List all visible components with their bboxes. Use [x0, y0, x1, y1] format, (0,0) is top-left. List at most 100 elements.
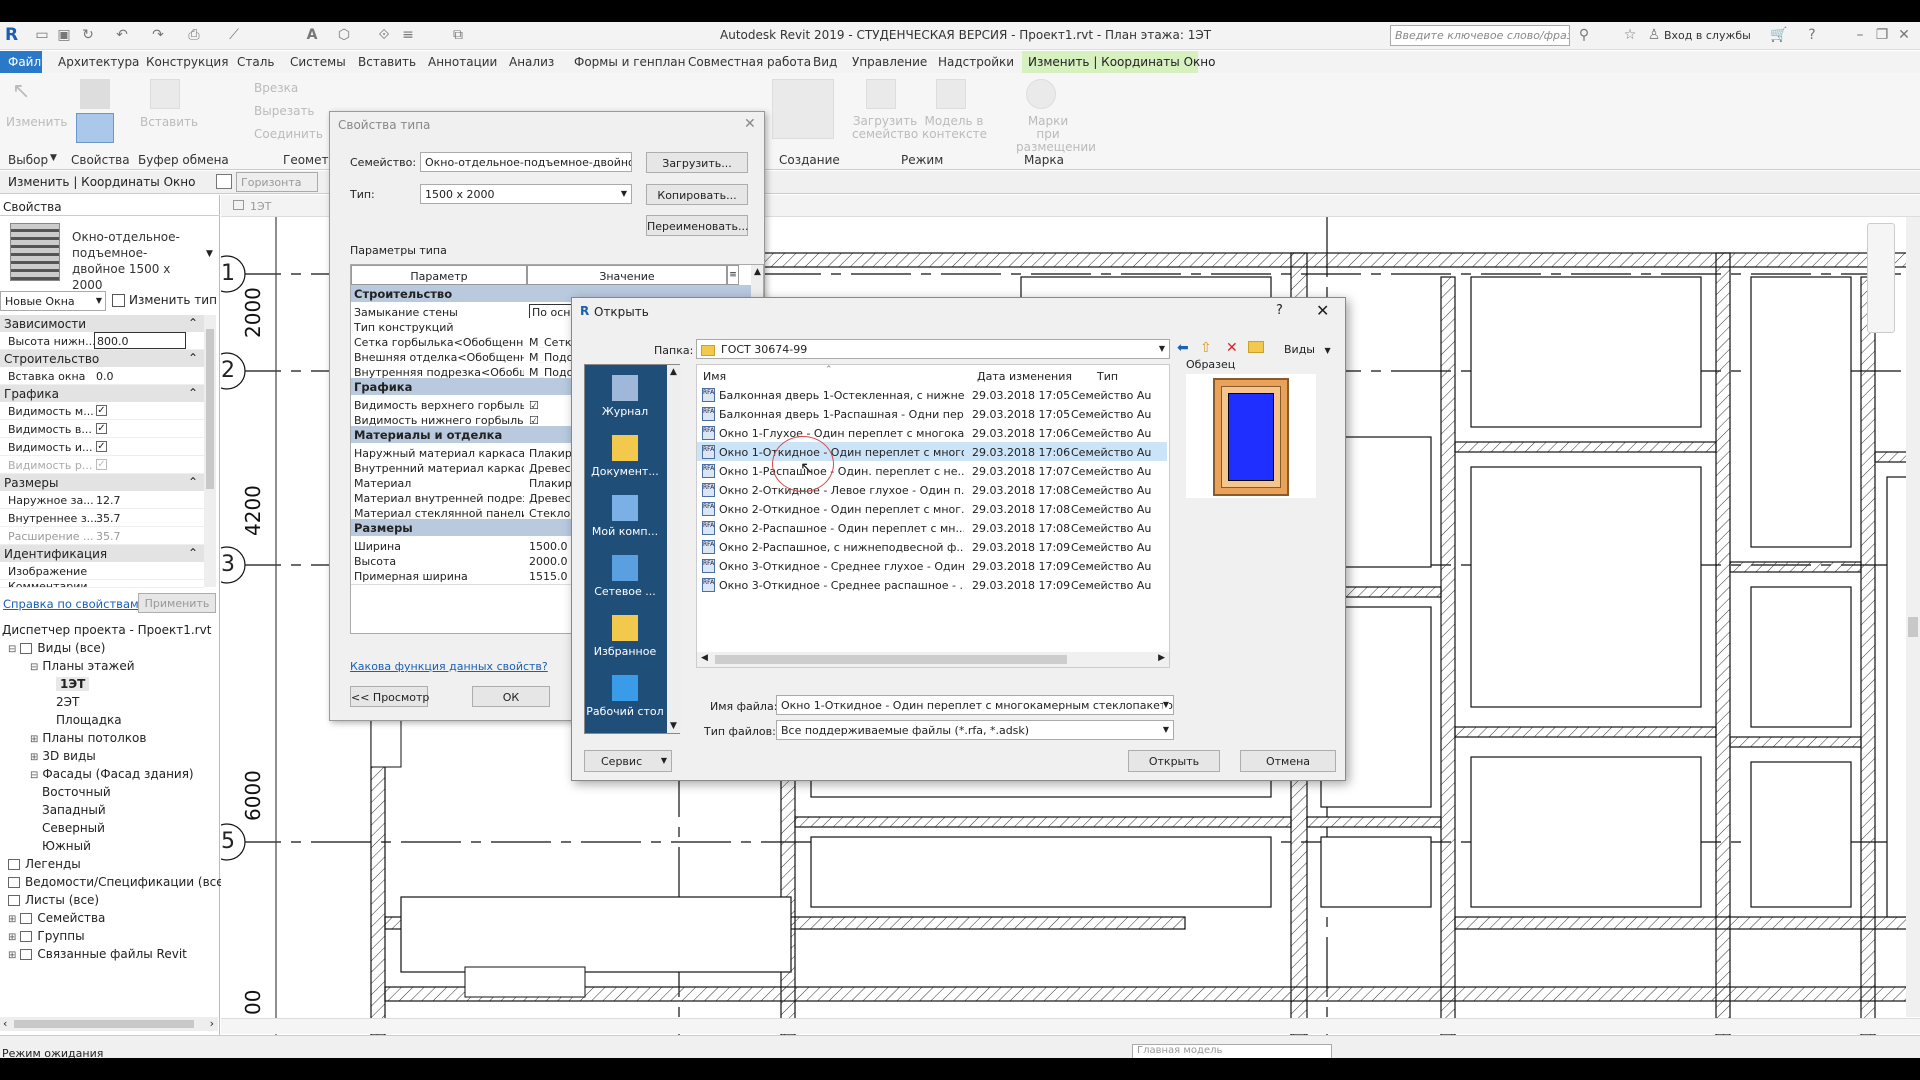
scroll-up-icon[interactable]: ▲ [670, 367, 677, 377]
prop-value[interactable]: 0.0 [96, 370, 114, 383]
menu-tab-7[interactable]: Формы и генплан [574, 55, 686, 69]
vis1-checkbox[interactable]: ✓ [96, 405, 107, 416]
col-header-value[interactable]: Значение [527, 265, 727, 285]
browser-item[interactable]: 2ЭТ [0, 695, 218, 713]
browser-item[interactable]: ⊞ Семейства [0, 911, 218, 929]
canvas-vscroll[interactable] [1906, 217, 1920, 1017]
folder-select[interactable]: ГОСТ 30674-99 ▼ [696, 339, 1170, 359]
place-item[interactable]: Журнал [585, 375, 665, 418]
service-button[interactable]: Сервис ▼ [584, 750, 672, 772]
prop-row-comments[interactable]: Комментарии [0, 580, 204, 588]
file-row[interactable]: RFA Балконная дверь 1-Распашная - Одни пе… [697, 404, 1167, 423]
load-family-button[interactable]: Загрузить семейство [852, 115, 918, 141]
scroll-thumb[interactable] [1908, 617, 1918, 637]
print-icon[interactable]: ⎙ [186, 27, 202, 43]
scroll-left-icon[interactable]: ‹ [3, 1017, 7, 1030]
properties-scrollbar[interactable] [204, 315, 216, 587]
prop-section-identity[interactable]: Идентификация ⌃ [0, 545, 204, 562]
tags-on-placement-button[interactable]: Марки при размещении [1016, 115, 1096, 154]
col-name-header[interactable]: Имя [703, 370, 726, 383]
menu-tab-2[interactable]: Сталь [237, 55, 274, 69]
file-row[interactable]: RFA Окно 1-Глухое - Один переплет с много… [697, 423, 1167, 442]
collapse-icon[interactable]: ⊟ [8, 644, 16, 655]
browser-item[interactable]: Западный [0, 803, 218, 821]
text-icon[interactable]: A [304, 27, 320, 43]
filetype-select[interactable]: Все поддерживаемые файлы (*.rfa, *.adsk)… [776, 720, 1174, 740]
prop-section-construction[interactable]: Строительство ⌃ [0, 350, 204, 367]
prop-row-sill-height[interactable]: Высота нижн... 800.0 [0, 332, 204, 350]
scroll-up-icon[interactable]: ▲ [754, 267, 761, 277]
connect-button[interactable]: Соединить [254, 127, 323, 141]
vis2-checkbox[interactable]: ✓ [96, 423, 107, 434]
type-props-icon[interactable] [80, 79, 110, 109]
cancel-button[interactable]: Отмена [1240, 750, 1336, 772]
menu-tab-10[interactable]: Управление [852, 55, 927, 69]
chevron-down-icon[interactable]: ▼ [50, 153, 57, 163]
col-date-header[interactable]: Дата изменения [977, 370, 1072, 383]
delete-icon[interactable]: ✕ [1226, 340, 1238, 356]
create-icon[interactable] [772, 79, 834, 139]
browser-item[interactable]: Восточный [0, 785, 218, 803]
help-icon[interactable]: ? [1804, 27, 1820, 43]
prop-row-vis3[interactable]: Видимость и... ✓ [0, 438, 204, 456]
menu-tab-1[interactable]: Конструкция [146, 55, 228, 69]
prop-row-image[interactable]: Изображение [0, 562, 204, 580]
expand-icon[interactable]: ⊞ [8, 914, 16, 925]
prop-section-constraints[interactable]: Зависимости ⌃ [0, 315, 204, 332]
browser-item[interactable]: ⊟ Виды (все) [0, 641, 218, 659]
view-tab[interactable]: 1ЭТ [227, 197, 297, 217]
browser-item[interactable]: ⊟ Фасады (Фасад здания) [0, 767, 218, 785]
save-icon[interactable]: ▣ [56, 27, 72, 43]
help-properties-link[interactable]: Справка по свойствам [3, 597, 139, 611]
expand-icon[interactable]: ⊞ [8, 932, 16, 943]
places-scrollbar[interactable]: ▲ ▼ [667, 365, 681, 733]
browser-item[interactable]: ⊞ Группы [0, 929, 218, 947]
3d-view-icon[interactable]: ⬡ [336, 27, 352, 43]
file-row[interactable]: RFA Окно 3-Откидное - Среднее глухое - Од… [697, 556, 1167, 575]
load-family-icon[interactable] [866, 79, 896, 109]
grid-label[interactable]: 3 [221, 552, 235, 577]
modify-tool-icon[interactable]: ↖ [12, 79, 42, 109]
col-type-header[interactable]: Тип [1097, 370, 1118, 383]
switch-windows-icon[interactable]: ⧉ [450, 27, 466, 43]
collapse-icon[interactable]: ⊟ [30, 770, 38, 781]
back-icon[interactable]: ⬅ [1177, 340, 1189, 356]
apply-button[interactable]: Применить [138, 593, 216, 613]
close-icon[interactable]: ✕ [1316, 301, 1329, 320]
model-in-context-button[interactable]: Модель в контексте [922, 115, 987, 141]
scroll-thumb[interactable] [715, 655, 1067, 664]
prop-row-window-inset[interactable]: Вставка окна 0.0 [0, 367, 204, 385]
vis3-checkbox[interactable]: ✓ [96, 441, 107, 452]
prop-row-outer[interactable]: Наружное за... 12.7 [0, 491, 204, 509]
type-selector[interactable]: Окно-отдельное-подъемное-двойное 1500 x … [72, 229, 192, 293]
col-header-param[interactable]: Параметр [351, 265, 527, 285]
panel-select[interactable]: Выбор [8, 153, 48, 167]
open-icon[interactable]: ▭ [34, 27, 50, 43]
type-selector-chevron-icon[interactable]: ▼ [206, 249, 213, 259]
measure-icon[interactable]: ⟋ [226, 27, 242, 43]
prop-section-dimensions[interactable]: Размеры ⌃ [0, 474, 204, 491]
up-folder-icon[interactable]: ⇧ [1200, 340, 1212, 356]
minimize-icon[interactable]: – [1852, 27, 1868, 43]
dimension-label[interactable]: 4200 [241, 485, 265, 536]
active-model-select[interactable]: Главная модель [1132, 1044, 1332, 1059]
browser-item[interactable]: Южный [0, 839, 218, 857]
file-row[interactable]: RFA Балконная дверь 1-Остекленная, с нижн… [697, 385, 1167, 404]
prop-section-graphics[interactable]: Графика ⌃ [0, 385, 204, 402]
browser-item[interactable]: 1ЭТ [0, 677, 218, 695]
menu-tab-8[interactable]: Совместная работа [688, 55, 811, 69]
revit-logo-icon[interactable]: R [5, 25, 23, 45]
file-row[interactable]: RFA Окно 2-Откидное - Один переплет с мно… [697, 499, 1167, 518]
open-button[interactable]: Открыть [1128, 750, 1220, 772]
browser-item[interactable]: Северный [0, 821, 218, 839]
browser-item[interactable]: Легенды [0, 857, 218, 875]
views-menu[interactable]: Виды ▼ [1284, 343, 1331, 356]
expand-icon[interactable]: ⊞ [8, 950, 16, 961]
orientation-icon[interactable] [216, 174, 232, 189]
browser-item[interactable]: Листы (все) [0, 893, 218, 911]
user-icon[interactable]: ♙ [1646, 27, 1662, 43]
instance-filter-select[interactable]: Новые Окна ▼ [0, 291, 106, 311]
login-button[interactable]: Вход в службы [1664, 29, 1751, 42]
rename-button[interactable]: Переименовать... [646, 215, 749, 236]
redo-icon[interactable]: ↷ [150, 27, 166, 43]
